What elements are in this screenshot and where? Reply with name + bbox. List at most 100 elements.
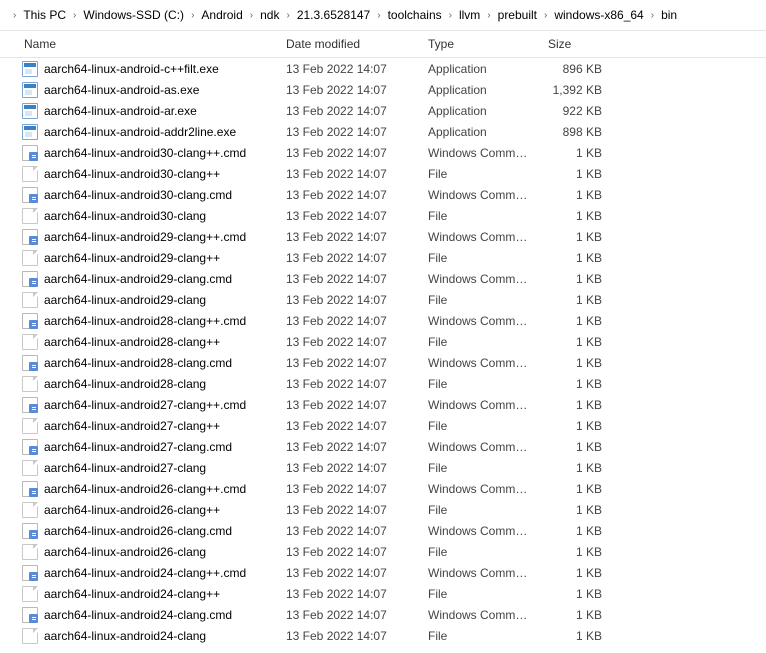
breadcrumb-segment[interactable]: Android [199, 6, 244, 24]
file-name: aarch64-linux-android-as.exe [44, 83, 199, 97]
file-date: 13 Feb 2022 14:07 [278, 146, 420, 160]
cmd-file-icon [22, 481, 38, 497]
column-header-type[interactable]: Type [420, 31, 540, 57]
file-type: File [420, 629, 540, 643]
chevron-right-icon[interactable]: › [68, 10, 81, 21]
file-name: aarch64-linux-android26-clang [44, 545, 206, 559]
file-row[interactable]: aarch64-linux-android27-clang++.cmd13 Fe… [0, 394, 766, 415]
file-row[interactable]: aarch64-linux-android-as.exe 13 Feb 2022 … [0, 79, 766, 100]
file-row[interactable]: aarch64-linux-android30-clang.cmd13 Feb … [0, 184, 766, 205]
chevron-right-icon[interactable]: › [444, 10, 457, 21]
cmd-file-icon [22, 313, 38, 329]
file-row[interactable]: aarch64-linux-android28-clang++.cmd13 Fe… [0, 310, 766, 331]
file-name: aarch64-linux-android30-clang++.cmd [44, 146, 246, 160]
file-row[interactable]: aarch64-linux-android27-clang.cmd13 Feb … [0, 436, 766, 457]
file-date: 13 Feb 2022 14:07 [278, 566, 420, 580]
file-date: 13 Feb 2022 14:07 [278, 293, 420, 307]
column-header-date[interactable]: Date modified [278, 31, 420, 57]
breadcrumb-segment[interactable]: prebuilt [496, 6, 539, 24]
chevron-right-icon[interactable]: › [372, 10, 385, 21]
file-name: aarch64-linux-android26-clang.cmd [44, 524, 232, 538]
file-row[interactable]: aarch64-linux-android26-clang.cmd 13 Feb … [0, 520, 766, 541]
file-row[interactable]: aarch64-linux-android24-clang++.cmd 13 Fe… [0, 562, 766, 583]
file-row[interactable]: aarch64-linux-android28-clang++13 Feb 20… [0, 331, 766, 352]
file-type: Windows Comma... [420, 188, 540, 202]
file-type: Application [420, 83, 540, 97]
cmd-file-icon [22, 187, 38, 203]
chevron-right-icon[interactable]: › [281, 10, 294, 21]
file-date: 13 Feb 2022 14:07 [278, 83, 420, 97]
file-date: 13 Feb 2022 14:07 [278, 524, 420, 538]
file-row[interactable]: aarch64-linux-android28-clang.cmd13 Feb … [0, 352, 766, 373]
file-type: Windows Comma... [420, 272, 540, 286]
file-row[interactable]: aarch64-linux-android29-clang 13 Feb 2022… [0, 289, 766, 310]
file-name: aarch64-linux-android27-clang++ [44, 419, 220, 433]
file-name: aarch64-linux-android29-clang [44, 293, 206, 307]
file-row[interactable]: aarch64-linux-android26-clang13 Feb 2022… [0, 541, 766, 562]
file-date: 13 Feb 2022 14:07 [278, 629, 420, 643]
chevron-right-icon[interactable]: › [539, 10, 552, 21]
breadcrumb-segment[interactable]: Windows-SSD (C:) [81, 6, 186, 24]
file-row[interactable]: aarch64-linux-android27-clang++ 13 Feb 20… [0, 415, 766, 436]
file-size: 1 KB [540, 545, 620, 559]
file-name: aarch64-linux-android24-clang++.cmd [44, 566, 246, 580]
file-row[interactable]: aarch64-linux-android30-clang++13 Feb 20… [0, 163, 766, 184]
column-headers: Name Date modified Type Size [0, 31, 766, 58]
file-date: 13 Feb 2022 14:07 [278, 188, 420, 202]
file-name: aarch64-linux-android29-clang++.cmd [44, 230, 246, 244]
file-row[interactable]: aarch64-linux-android24-clang13 Feb 2022… [0, 625, 766, 646]
file-row[interactable]: aarch64-linux-android28-clang13 Feb 2022… [0, 373, 766, 394]
breadcrumb-segment[interactable]: llvm [457, 6, 482, 24]
file-type: Windows Comma... [420, 230, 540, 244]
file-size: 922 KB [540, 104, 620, 118]
file-row[interactable]: aarch64-linux-android30-clang++.cmd 13 Fe… [0, 142, 766, 163]
file-type: Windows Comma... [420, 398, 540, 412]
breadcrumb-segment[interactable]: toolchains [386, 6, 444, 24]
file-name: aarch64-linux-android24-clang++ [44, 587, 220, 601]
file-file-icon [22, 628, 38, 644]
file-type: File [420, 545, 540, 559]
exe-file-icon [22, 82, 38, 98]
file-file-icon [22, 376, 38, 392]
file-name: aarch64-linux-android-addr2line.exe [44, 125, 236, 139]
file-type: File [420, 335, 540, 349]
file-type: File [420, 587, 540, 601]
file-row[interactable]: aarch64-linux-android24-clang.cmd13 Feb … [0, 604, 766, 625]
file-row[interactable]: aarch64-linux-android-ar.exe13 Feb 2022 … [0, 100, 766, 121]
breadcrumb-segment[interactable]: ndk [258, 6, 281, 24]
exe-file-icon [22, 103, 38, 119]
chevron-right-icon[interactable]: › [8, 10, 21, 21]
file-size: 1 KB [540, 503, 620, 517]
file-file-icon [22, 166, 38, 182]
file-row[interactable]: aarch64-linux-android30-clang13 Feb 2022… [0, 205, 766, 226]
file-row[interactable]: aarch64-linux-android-addr2line.exe13 Fe… [0, 121, 766, 142]
file-size: 1,392 KB [540, 83, 620, 97]
cmd-file-icon [22, 565, 38, 581]
file-row[interactable]: aarch64-linux-android24-clang++13 Feb 20… [0, 583, 766, 604]
column-header-size[interactable]: Size [540, 31, 620, 57]
file-row[interactable]: aarch64-linux-android26-clang++13 Feb 20… [0, 499, 766, 520]
file-size: 1 KB [540, 188, 620, 202]
chevron-right-icon[interactable]: › [245, 10, 258, 21]
file-row[interactable]: aarch64-linux-android26-clang++.cmd13 Fe… [0, 478, 766, 499]
breadcrumb[interactable]: ›This PC›Windows-SSD (C:)›Android›ndk›21… [0, 0, 766, 31]
chevron-right-icon[interactable]: › [646, 10, 659, 21]
breadcrumb-segment[interactable]: windows-x86_64 [552, 6, 645, 24]
file-row[interactable]: aarch64-linux-android-c++filt.exe13 Feb … [0, 58, 766, 79]
chevron-right-icon[interactable]: › [482, 10, 495, 21]
breadcrumb-segment[interactable]: bin [659, 6, 679, 24]
file-size: 1 KB [540, 335, 620, 349]
column-header-name[interactable]: Name [0, 31, 278, 57]
cmd-file-icon [22, 523, 38, 539]
file-date: 13 Feb 2022 14:07 [278, 419, 420, 433]
file-size: 1 KB [540, 209, 620, 223]
breadcrumb-segment[interactable]: This PC [21, 6, 68, 24]
file-row[interactable]: aarch64-linux-android29-clang.cmd13 Feb … [0, 268, 766, 289]
chevron-right-icon[interactable]: › [186, 10, 199, 21]
cmd-file-icon [22, 355, 38, 371]
file-row[interactable]: aarch64-linux-android29-clang++.cmd13 Fe… [0, 226, 766, 247]
file-row[interactable]: aarch64-linux-android29-clang++13 Feb 20… [0, 247, 766, 268]
file-size: 1 KB [540, 293, 620, 307]
file-row[interactable]: aarch64-linux-android27-clang13 Feb 2022… [0, 457, 766, 478]
breadcrumb-segment[interactable]: 21.3.6528147 [295, 6, 372, 24]
